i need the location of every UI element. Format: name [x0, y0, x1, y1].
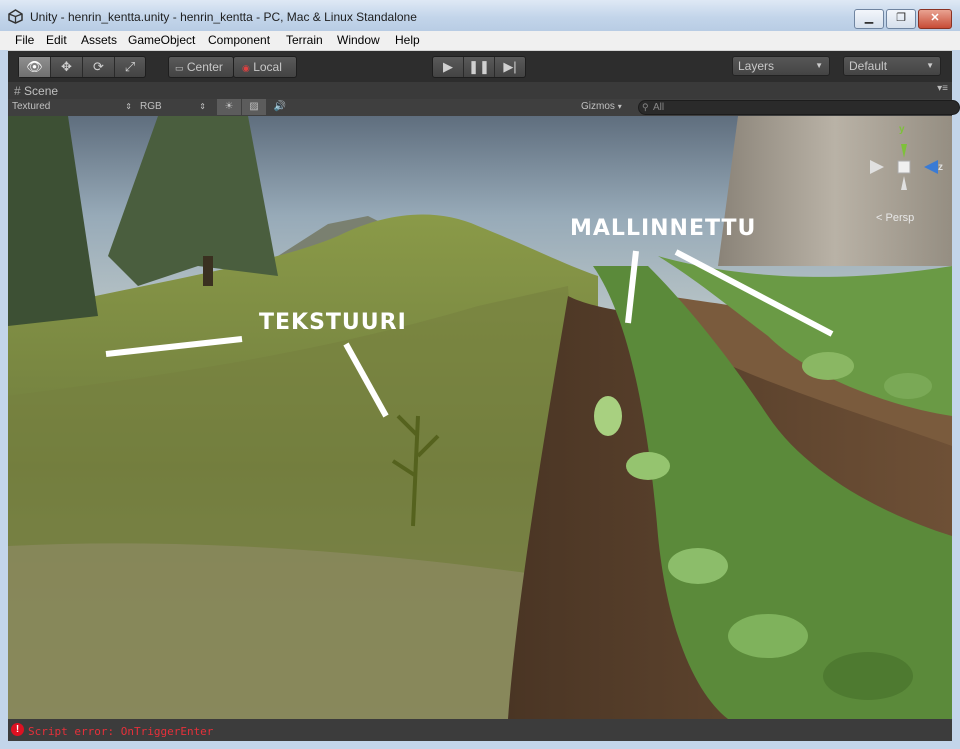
scale-tool-icon[interactable]: ⤢ [115, 57, 145, 77]
maximize-button[interactable]: ❐ [886, 9, 916, 29]
rotate-tool-icon[interactable]: ⟳ [83, 57, 115, 77]
play-icon[interactable]: ▶ [433, 57, 464, 77]
window-titlebar: Unity - henrin_kentta.unity - henrin_ken… [0, 0, 960, 32]
window-title: Unity - henrin_kentta.unity - henrin_ken… [30, 10, 417, 24]
window-frame-left [0, 50, 8, 741]
menu-file[interactable]: File [15, 33, 34, 47]
leaf [728, 614, 808, 658]
tab-scene-label: Scene [24, 84, 59, 98]
panel-menu-icon[interactable]: ▾≡ [937, 83, 948, 94]
scene-control-bar: Textured ⇕ RGB ⇕ ☀ ▨ 🔊 Gizmos ▾ ⚲ All [8, 99, 960, 117]
layers-dropdown[interactable]: Layers ▼ [732, 56, 830, 76]
main-toolbar: 👁 ✥ ⟳ ⤢ ▭ Center ◉ Local ▶ ❚❚ ▶| Layers … [8, 51, 952, 82]
unity-logo-icon [8, 9, 23, 24]
persp-chevron-icon: < [876, 212, 883, 224]
layout-dropdown[interactable]: Default ▼ [843, 56, 941, 76]
grid-icon: # [14, 84, 21, 98]
layers-label: Layers [738, 59, 775, 73]
gizmos-dropdown[interactable]: Gizmos ▾ [581, 99, 631, 115]
pivot-icon: ▭ [175, 63, 184, 73]
space-label: Local [253, 60, 282, 74]
leaf [594, 396, 622, 436]
tree-trunk [203, 256, 213, 286]
axis-z-label: z [938, 162, 943, 173]
chevron-down-icon: ▼ [926, 61, 934, 70]
status-bar[interactable]: ! Script error: OnTriggerEnter [8, 719, 952, 741]
step-icon[interactable]: ▶| [495, 57, 525, 77]
search-placeholder: All [653, 102, 665, 113]
color-mode-label: RGB [140, 101, 162, 112]
chevron-down-icon: ▼ [815, 61, 823, 70]
status-message[interactable]: Script error: OnTriggerEnter [28, 725, 213, 738]
menu-edit[interactable]: Edit [46, 33, 67, 47]
menu-assets[interactable]: Assets [81, 33, 117, 47]
error-icon: ! [11, 723, 24, 736]
window-frame-bottom [0, 741, 960, 749]
lighting-toggle-sun-icon[interactable]: ☀ [217, 99, 241, 115]
scene-render [8, 116, 952, 719]
updown-arrow-icon: ⇕ [199, 102, 206, 111]
move-tool-icon[interactable]: ✥ [51, 57, 83, 77]
scene-tab-bar: # Scene ▾≡ [8, 82, 952, 99]
leaf [823, 652, 913, 700]
leaf [802, 352, 854, 380]
scene-search-input[interactable]: ⚲ All [638, 100, 960, 115]
axis-gizmo-icon [870, 144, 938, 190]
menu-component[interactable]: Component [208, 33, 270, 47]
playback-controls: ▶ ❚❚ ▶| [432, 56, 526, 78]
transform-tools: 👁 ✥ ⟳ ⤢ [18, 56, 146, 78]
annotation-model-label: MALLINNETTU [570, 216, 757, 241]
tab-scene[interactable]: # Scene [14, 84, 58, 98]
axis-y-label: y [899, 124, 905, 135]
gizmos-label: Gizmos [581, 101, 615, 112]
pivot-local-button[interactable]: ◉ Local [233, 56, 297, 78]
scene-viewport[interactable]: TEKSTUURI MALLINNETTU y z < Persp [8, 116, 952, 719]
render-mode-label: Textured [12, 101, 51, 112]
projection-label[interactable]: < Persp [876, 212, 914, 224]
skybox-toggle-image-icon[interactable]: ▨ [242, 99, 266, 115]
local-rotation-icon: ◉ [242, 63, 250, 73]
persp-text: Persp [885, 212, 915, 224]
leaf [884, 373, 932, 399]
menu-terrain[interactable]: Terrain [286, 33, 323, 47]
pivot-label: Center [186, 60, 223, 74]
updown-arrow-icon: ⇕ [125, 102, 132, 111]
layout-label: Default [849, 59, 888, 73]
render-mode-dropdown[interactable]: Textured ⇕ [12, 99, 132, 115]
audio-toggle-speaker-icon[interactable]: 🔊 [270, 99, 290, 115]
leaf [626, 452, 670, 480]
pause-icon[interactable]: ❚❚ [464, 57, 495, 77]
minimize-button[interactable]: ▁ [854, 9, 884, 29]
color-mode-dropdown[interactable]: RGB ⇕ [140, 99, 206, 115]
close-button[interactable]: ✕ [918, 9, 952, 29]
annotation-texture-label: TEKSTUURI [259, 310, 407, 335]
window-frame-right [952, 50, 960, 741]
view-tool-eye-icon[interactable]: 👁 [19, 57, 51, 77]
menu-bar: File Edit Assets GameObject Component Te… [0, 31, 960, 51]
leaf [668, 548, 728, 584]
search-icon: ⚲ [642, 102, 649, 112]
pivot-center-button[interactable]: ▭ Center [168, 56, 234, 78]
menu-help[interactable]: Help [395, 33, 420, 47]
chevron-down-icon: ▾ [617, 102, 622, 111]
scene-orientation-gizmo[interactable]: y z < Persp [868, 124, 948, 224]
dry-grass-patch [8, 543, 568, 719]
menu-window[interactable]: Window [337, 33, 380, 47]
menu-gameobject[interactable]: GameObject [128, 33, 195, 47]
